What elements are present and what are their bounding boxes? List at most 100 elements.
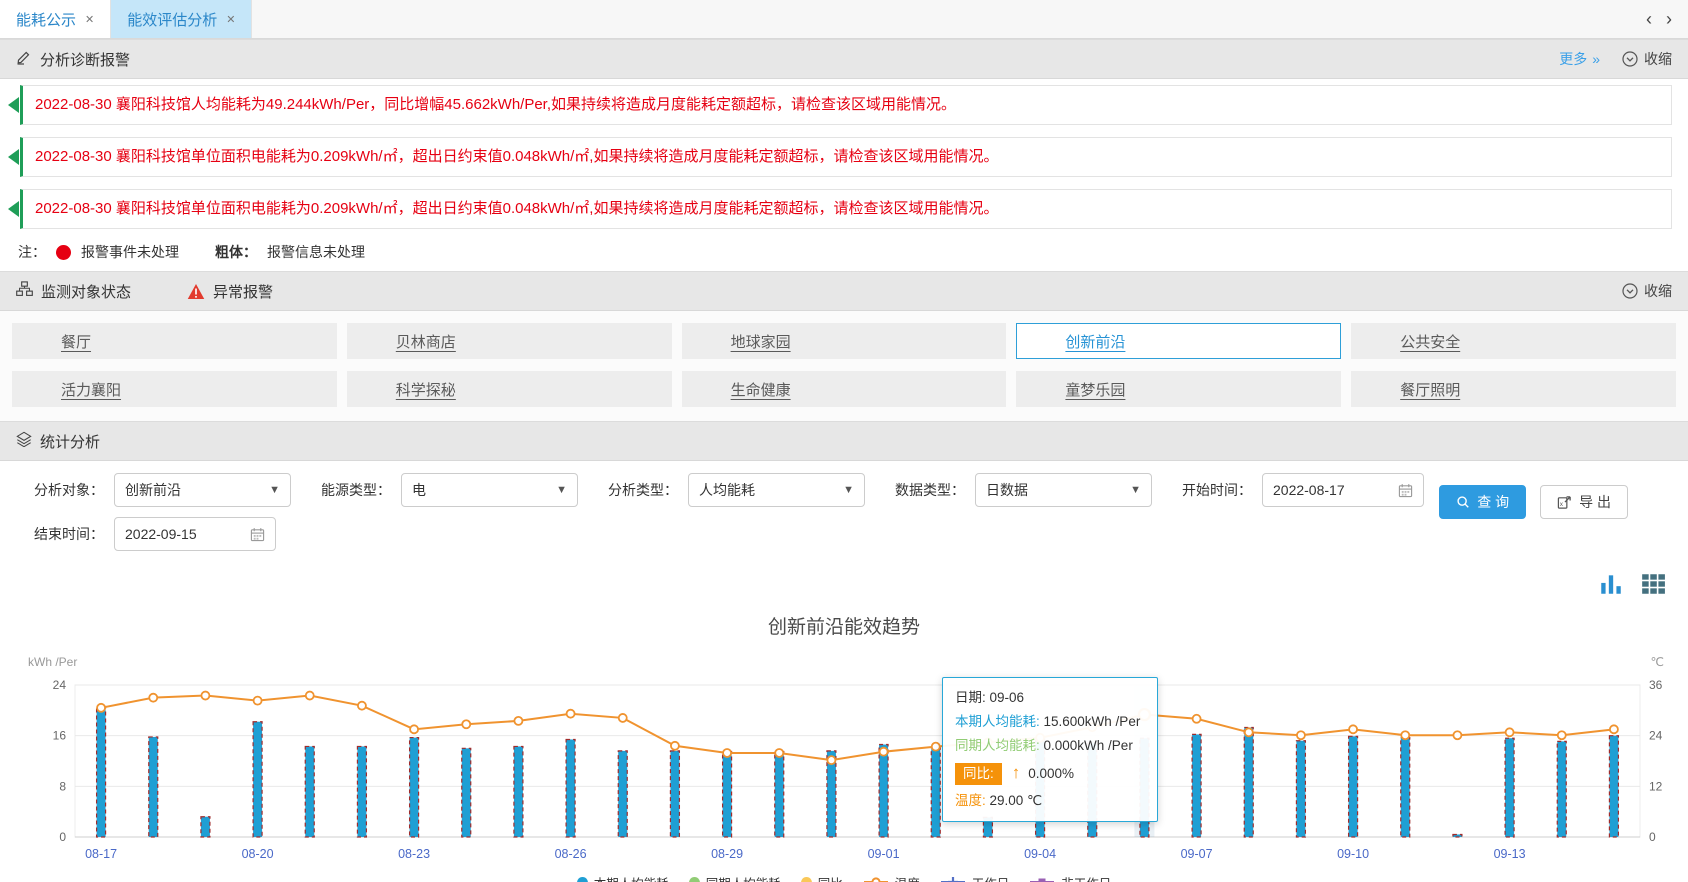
note-bold-label: 粗体： [215,242,257,262]
legend-item[interactable]: 本期人均能耗 [577,873,669,882]
tooltip-temp-value: 29.00 ℃ [990,793,1043,808]
monitor-object-label: 公共安全 [1400,331,1460,352]
chevron-down-circle-icon [1622,283,1638,299]
alert-message[interactable]: 2022-08-30 襄阳科技馆单位面积电能耗为0.209kWh/㎡，超出日约束… [20,137,1672,177]
end-date-input[interactable]: 2022-09-15 [114,517,276,551]
monitor-object-label: 科学探秘 [396,379,456,400]
monitor-object-label: 创新前沿 [1065,331,1125,352]
filter-select-value: 人均能耗 [699,480,755,500]
filter-select[interactable]: 电▼ [401,473,578,507]
right-axis-unit: ℃ [1651,655,1664,671]
monitor-object-button[interactable]: 活力襄阳 [12,371,337,407]
filter-group: 数据类型：日数据▼ [895,473,1152,507]
legend-label: 温度 [895,873,920,882]
filter-group: 能源类型：电▼ [321,473,578,507]
tooltip-series-value: 15.600kWh /Per [1044,714,1141,729]
more-link[interactable]: 更多 » [1559,49,1600,69]
legend-label: 本期人均能耗 [594,873,669,882]
x-axis-label: 09-10 [1337,847,1369,861]
tab-energy-publicity[interactable]: 能耗公示 ✕ [0,0,111,38]
tab-scroll-controls: ‹ › [1646,0,1688,38]
x-axis-label: 09-01 [868,847,900,861]
x-axis-labels: 08-1708-2008-2308-2608-2909-0109-0409-07… [0,845,1688,863]
monitor-object-button[interactable]: 童梦乐园 [1016,371,1341,407]
tooltip-ratio-badge: 同比: [955,763,1002,785]
x-axis-label: 09-07 [1181,847,1213,861]
chevron-down-icon: ▼ [556,484,567,496]
tab-label: 能效评估分析 [127,9,217,30]
filter-group: 分析类型：人均能耗▼ [608,473,865,507]
alert-message[interactable]: 2022-08-30 襄阳科技馆人均能耗为49.244kWh/Per，同比增幅4… [20,85,1672,125]
legend-item[interactable]: 同比 [801,873,843,882]
start-date-input[interactable]: 2022-08-17 [1262,473,1424,507]
calendar-icon [1398,483,1413,498]
svg-text:16: 16 [53,729,67,743]
monitor-object-label: 生命健康 [731,379,791,400]
close-icon[interactable]: ✕ [85,13,94,26]
bar-chart-view-icon[interactable] [1598,571,1624,597]
monitor-object-button[interactable]: 公共安全 [1351,323,1676,359]
legend-item[interactable]: 同期人均能耗 [689,873,781,882]
abnormal-alarm-label: 异常报警 [213,281,273,302]
warning-triangle-icon [187,283,205,300]
alert-arrow-icon [8,201,19,217]
close-icon[interactable]: ✕ [226,13,235,26]
tooltip-rows: 本期人均能耗: 15.600kWh /Per同期人均能耗: 0.000kWh /… [955,710,1145,758]
filter-row-2: 结束时间： 2022-09-15 [34,517,1688,551]
filter-select[interactable]: 创新前沿▼ [114,473,291,507]
tab-scroll-right-icon[interactable]: › [1666,10,1672,28]
monitor-object-label: 童梦乐园 [1065,379,1125,400]
x-axis-label: 08-23 [398,847,430,861]
query-button[interactable]: 查 询 [1439,485,1526,519]
calendar-icon [250,527,265,542]
up-arrow-icon: ↑ [1012,763,1021,782]
monitor-collapse-button[interactable]: 收缩 [1622,281,1672,301]
monitor-object-button[interactable]: 贝林商店 [347,323,672,359]
monitor-object-button[interactable]: 地球家园 [682,323,1007,359]
svg-text:24: 24 [1649,729,1663,743]
page: 能耗公示 ✕ 能效评估分析 ✕ ‹ › 分析诊断报警 更多 » 收缩 20 [0,0,1688,882]
legend-label: 工作日 [972,873,1010,882]
svg-text:36: 36 [1649,678,1663,692]
svg-text:0: 0 [59,830,66,844]
filter-select-value: 电 [412,480,426,500]
tab-scroll-left-icon[interactable]: ‹ [1646,10,1652,28]
tooltip-series-row: 本期人均能耗: 15.600kWh /Per [955,710,1145,734]
alert-arrow-icon [8,149,19,165]
alarm-collapse-button[interactable]: 收缩 [1622,49,1672,69]
legend-item[interactable]: 温度 [863,873,920,882]
monitor-object-button[interactable]: 科学探秘 [347,371,672,407]
chart-view-toggles [1598,571,1666,597]
filter-select[interactable]: 日数据▼ [975,473,1152,507]
monitor-object-button[interactable]: 生命健康 [682,371,1007,407]
pencil-icon [16,49,32,69]
legend-label: 同期人均能耗 [706,873,781,882]
export-file-icon: x [1557,495,1572,510]
tab-bar: 能耗公示 ✕ 能效评估分析 ✕ ‹ › [0,0,1688,39]
legend-line-plus-icon [940,876,966,882]
monitor-object-label: 贝林商店 [396,331,456,352]
alert-message[interactable]: 2022-08-30 襄阳科技馆单位面积电能耗为0.209kWh/㎡，超出日约束… [20,189,1672,229]
chevron-down-icon: ▼ [269,484,280,496]
tooltip-series-label: 同期人均能耗: [955,738,1044,753]
stats-section-title: 统计分析 [40,431,100,452]
monitor-object-button[interactable]: 餐厅照明 [1351,371,1676,407]
monitor-object-grid: 餐厅 贝林商店 地球家园 创新前沿 公共安全活力襄阳 科学探秘 生命健康 童梦乐园 餐厅照明 [0,311,1688,421]
svg-text:12: 12 [1649,779,1663,793]
double-chevron-icon: » [1592,51,1600,67]
export-button[interactable]: x 导 出 [1540,485,1628,519]
table-view-icon[interactable] [1640,571,1666,597]
x-axis-label: 08-20 [242,847,274,861]
monitor-object-button[interactable]: 餐厅 [12,323,337,359]
monitor-object-label: 餐厅照明 [1400,379,1460,400]
chart-title: 创新前沿能效趋势 [0,567,1688,641]
monitor-object-button[interactable]: 创新前沿 [1016,323,1341,359]
legend-dot-icon [689,877,700,882]
legend-item[interactable]: 工作日 [940,873,1010,882]
filter-select[interactable]: 人均能耗▼ [688,473,865,507]
alert-arrow-icon [8,97,19,113]
stats-section-header: 统计分析 [0,421,1688,461]
tab-efficiency-analysis[interactable]: 能效评估分析 ✕ [111,0,252,38]
legend-item[interactable]: 非工作日 [1029,873,1111,882]
alarm-section-header: 分析诊断报警 更多 » 收缩 [0,39,1688,79]
